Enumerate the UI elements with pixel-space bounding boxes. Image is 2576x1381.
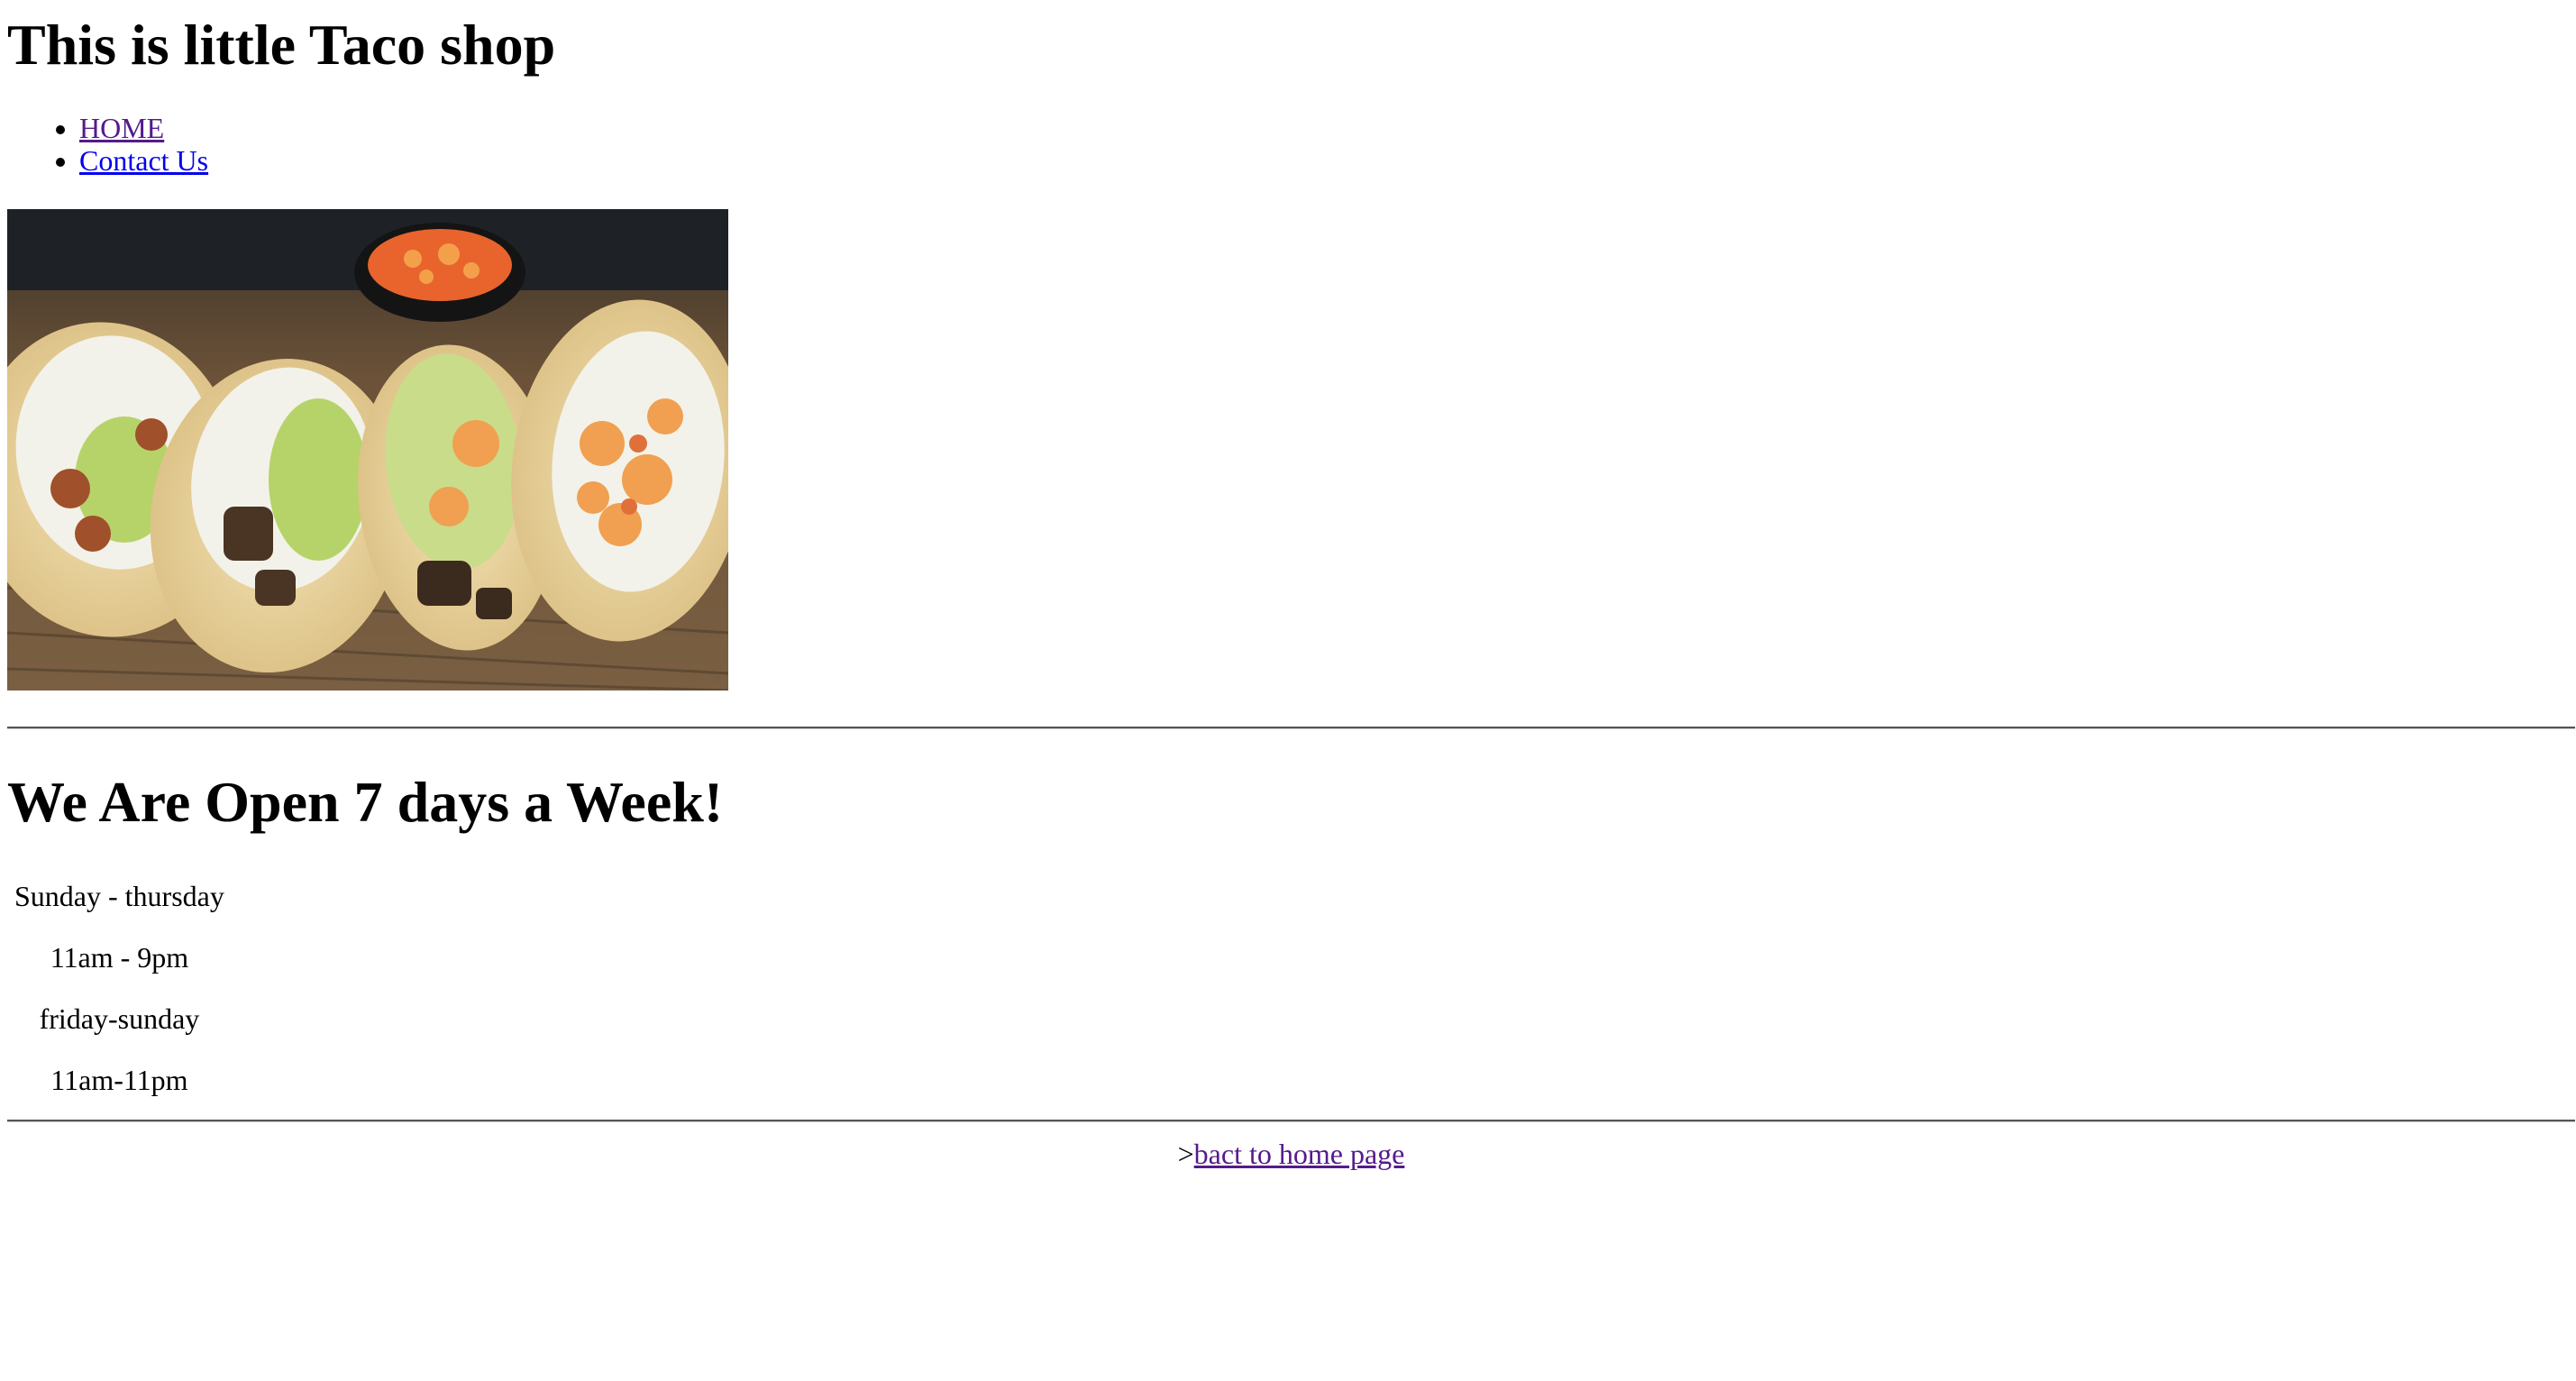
hours-heading: We Are Open 7 days a Week! [7,770,724,834]
table-row: Sunday - thursday [11,867,228,925]
footer: >bact to home page [7,1136,2575,1172]
table-row: 11am-11pm [11,1051,228,1109]
contact-us-link[interactable]: Contact Us [79,144,208,177]
hours-time-weekend: 11am-11pm [50,1063,188,1096]
tacos-photo-graphic [7,209,728,690]
nav-item-contact: Contact Us [79,144,208,177]
table-row: friday-sunday [11,990,228,1047]
tacos-photo [7,209,728,690]
table-row: 11am - 9pm [11,928,228,986]
page-title: This is little Taco shop [7,13,556,77]
back-to-home-link[interactable]: bact to home page [1194,1138,1405,1170]
nav-list: HOME Contact Us [0,112,208,177]
divider-top [7,727,2575,729]
hours-table: Sunday - thursday 11am - 9pm friday-sund… [7,864,232,1112]
divider-bottom [7,1120,2575,1122]
page: This is little Taco shop HOME Contact Us [0,0,2576,1381]
hours-days-weekend: friday-sunday [39,1001,200,1035]
footer-prefix: > [1177,1138,1194,1170]
nav-item-home: HOME [79,112,208,144]
hours-days-weekday: Sunday - thursday [14,879,224,912]
hours-time-weekday: 11am - 9pm [50,940,189,974]
home-link[interactable]: HOME [79,112,164,144]
